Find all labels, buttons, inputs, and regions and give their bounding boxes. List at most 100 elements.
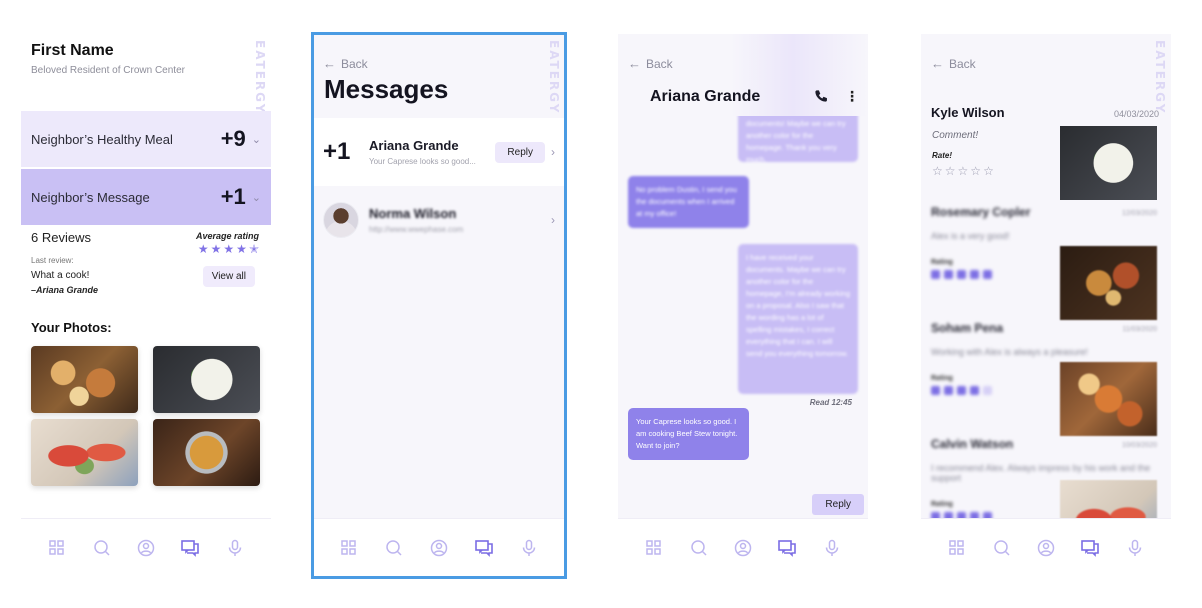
bottom-nav	[921, 518, 1171, 576]
more-options-icon[interactable]: ⋮	[845, 88, 859, 105]
healthy-meal-row[interactable]: Neighbor’s Healthy Meal +9 ⌄	[21, 111, 271, 167]
microphone-icon[interactable]	[1124, 537, 1146, 559]
star-outline-icon[interactable]: ☆	[945, 165, 956, 177]
back-button[interactable]: ← Back	[931, 56, 976, 71]
grid-icon[interactable]	[946, 537, 968, 559]
profile-icon[interactable]	[732, 537, 754, 559]
brand-logo: EATERGY	[547, 40, 561, 115]
message-thread[interactable]: +1 Ariana Grande Your Caprese looks so g…	[313, 118, 565, 186]
half-star-icon: ✭	[248, 242, 259, 256]
search-icon[interactable]	[688, 537, 710, 559]
comment-field[interactable]: Comment!	[932, 130, 978, 141]
chat-screen: documents! Maybe we can try another colo…	[618, 34, 868, 576]
messages-screen: EATERGY ← Back Messages +1 Ariana Grande…	[313, 34, 565, 576]
messages-icon[interactable]	[473, 537, 495, 559]
reply-button[interactable]: Reply	[495, 141, 545, 163]
message-row-count: +1	[220, 184, 246, 209]
chevron-down-icon: ⌄	[251, 191, 261, 204]
back-button[interactable]: ← Back	[323, 56, 368, 71]
star-icon: ★	[223, 242, 235, 256]
chevron-right-icon: ›	[551, 213, 555, 227]
review-date: 12/03/2020	[1121, 210, 1157, 217]
unread-count: +1	[323, 138, 351, 165]
review-photo[interactable]	[1060, 126, 1157, 200]
star-outline-icon[interactable]: ☆	[983, 165, 994, 177]
profile-icon[interactable]	[428, 537, 450, 559]
review-item: Rosemary Copler Alex is a very good! Rat…	[931, 205, 1030, 279]
chat-contact-name: Ariana Grande	[650, 88, 761, 105]
search-icon[interactable]	[991, 537, 1013, 559]
rating-label: Rating	[931, 259, 953, 266]
grid-icon[interactable]	[46, 537, 68, 559]
message-row[interactable]: Neighbor’s Message +1 ⌄	[21, 169, 271, 225]
review-photo[interactable]	[1060, 362, 1157, 436]
thread-name: Norma Wilson	[369, 206, 457, 221]
brand-logo: EATERGY	[253, 40, 267, 115]
message-thread[interactable]: Norma Wilson http://www.wwephase.com ›	[313, 186, 565, 254]
back-button[interactable]: ← Back	[628, 56, 673, 71]
review-date: 04/03/2020	[1113, 109, 1159, 119]
reviewer-name: Kyle Wilson	[931, 105, 1005, 120]
rating-input[interactable]: ☆ ☆ ☆ ☆ ☆	[932, 165, 994, 177]
messages-icon[interactable]	[179, 537, 201, 559]
arrow-left-icon: ←	[628, 56, 641, 71]
profile-icon[interactable]	[135, 537, 157, 559]
search-icon[interactable]	[91, 537, 113, 559]
chat-bubble-received: No problem Dustin, I send you the docume…	[628, 176, 749, 228]
reviews-count: 6 Reviews	[31, 230, 91, 245]
star-outline-icon[interactable]: ☆	[932, 165, 943, 177]
bottom-nav	[313, 518, 565, 576]
view-all-button[interactable]: View all	[202, 266, 255, 287]
back-label: Back	[949, 56, 976, 71]
chat-bubble-received: Your Caprese looks so good. I am cooking…	[628, 408, 749, 460]
review-text: Working with Alex is always a pleasure!	[931, 347, 1088, 357]
message-row-label: Neighbor’s Message	[31, 189, 150, 205]
photo-thumbnail[interactable]	[31, 346, 138, 413]
last-review-text: What a cook!	[31, 270, 90, 281]
chevron-right-icon: ›	[551, 145, 555, 159]
healthy-meal-count: +9	[220, 126, 246, 151]
thread-preview: Your Caprese looks so good...	[369, 157, 476, 166]
bottom-nav	[618, 518, 868, 576]
review-photo[interactable]	[1060, 246, 1157, 320]
photos-title: Your Photos:	[31, 320, 112, 335]
profile-subtitle: Beloved Resident of Crown Center	[31, 65, 185, 76]
star-outline-icon[interactable]: ☆	[958, 165, 969, 177]
last-review-author: –Ariana Grande	[31, 285, 99, 295]
photo-thumbnail[interactable]	[31, 419, 138, 486]
star-icon: ★	[197, 242, 209, 256]
messages-icon[interactable]	[776, 537, 798, 559]
microphone-icon[interactable]	[518, 537, 540, 559]
healthy-meal-label: Neighbor’s Healthy Meal	[31, 131, 173, 147]
chevron-down-icon: ⌄	[251, 133, 261, 146]
read-status: Read 12:45	[809, 398, 852, 407]
grid-icon[interactable]	[338, 537, 360, 559]
reviews-screen: EATERGY ← Back Kyle Wilson 04/03/2020 Co…	[921, 34, 1171, 576]
reviewer-name: Rosemary Copler	[931, 205, 1031, 219]
back-label: Back	[646, 56, 673, 71]
thread-name: Ariana Grande	[369, 138, 459, 153]
rate-label: Rate!	[932, 151, 953, 160]
star-outline-icon[interactable]: ☆	[970, 165, 981, 177]
phone-icon[interactable]	[814, 89, 828, 108]
review-date: 10/03/2020	[1121, 442, 1157, 449]
arrow-left-icon: ←	[931, 56, 944, 71]
profile-screen: EATERGY First Name Beloved Resident of C…	[21, 34, 271, 576]
microphone-icon[interactable]	[821, 537, 843, 559]
star-icon: ★	[236, 242, 247, 256]
profile-name: First Name	[31, 42, 114, 59]
last-review-label: Last review:	[31, 256, 74, 265]
brand-logo: EATERGY	[1153, 40, 1167, 115]
reply-button[interactable]: Reply	[812, 494, 864, 515]
photo-thumbnail[interactable]	[153, 419, 260, 486]
arrow-left-icon: ←	[323, 56, 336, 71]
search-icon[interactable]	[383, 537, 405, 559]
photo-thumbnail[interactable]	[153, 346, 260, 413]
rating-stars	[931, 270, 1030, 279]
average-rating-label: Average rating	[195, 231, 259, 241]
grid-icon[interactable]	[643, 537, 665, 559]
chat-bubble-sent: I have received your documents. Maybe we…	[738, 244, 858, 394]
messages-icon[interactable]	[1079, 537, 1101, 559]
profile-icon[interactable]	[1035, 537, 1057, 559]
microphone-icon[interactable]	[224, 537, 246, 559]
